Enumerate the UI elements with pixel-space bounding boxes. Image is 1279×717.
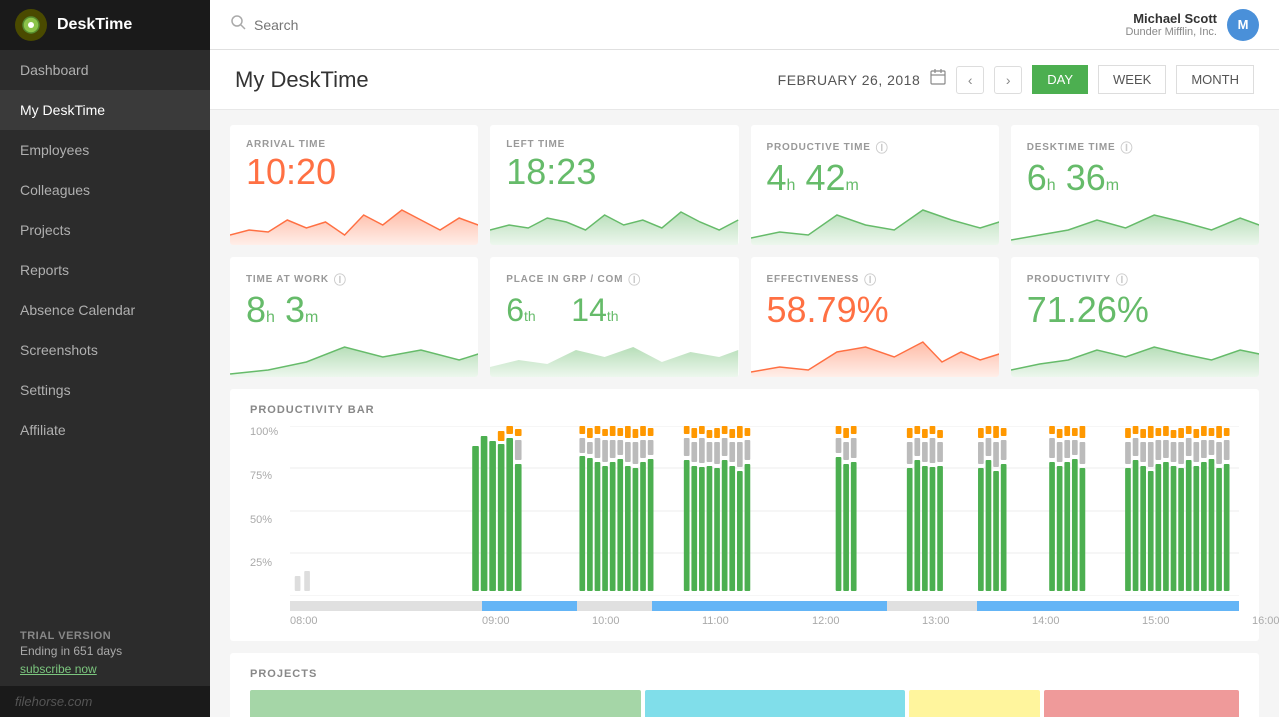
arrival-time-value: 10:20 — [246, 154, 462, 190]
projects-bar — [250, 690, 1239, 717]
left-time-chart — [490, 200, 738, 245]
subscribe-link[interactable]: subscribe now — [20, 662, 190, 676]
place-in-group-chart — [490, 332, 738, 377]
sidebar-item-colleagues[interactable]: Colleagues — [0, 170, 210, 210]
user-area: Michael Scott Dunder Mifflin, Inc. M — [1125, 9, 1259, 41]
date-display: FEBRUARY 26, 2018 — [778, 72, 921, 88]
projects-section: PROJECTS — [230, 653, 1259, 717]
time-at-work-info-icon[interactable]: ⓘ — [334, 271, 347, 288]
sidebar-item-projects[interactable]: Projects — [0, 210, 210, 250]
sidebar-item-settings[interactable]: Settings — [0, 370, 210, 410]
stats-row-2: TIME AT WORK ⓘ 8h 3m PLACE IN GRP / COM … — [230, 257, 1259, 377]
productivity-bar-title: PRODUCTIVITY BAR — [250, 404, 1239, 416]
left-time-value: 18:23 — [506, 154, 722, 190]
next-date-button[interactable]: › — [994, 66, 1022, 94]
productive-time-chart — [751, 200, 999, 245]
productivity-info-icon[interactable]: ⓘ — [1116, 271, 1129, 288]
logo-text: DeskTime — [57, 16, 132, 34]
day-button[interactable]: DAY — [1032, 65, 1088, 94]
effectiveness-value: 58.79% — [767, 292, 983, 328]
sidebar-item-dashboard[interactable]: Dashboard — [0, 50, 210, 90]
effectiveness-label: EFFECTIVENESS ⓘ — [767, 271, 983, 288]
time-axis-labels: 08:00 09:00 10:00 11:00 12:00 13:00 14:0… — [290, 615, 1239, 627]
arrival-time-label: ARRIVAL TIME — [246, 139, 462, 150]
time-at-work-chart — [230, 332, 478, 377]
productive-time-label: PRODUCTIVE TIME ⓘ — [767, 139, 983, 156]
sidebar-item-screenshots[interactable]: Screenshots — [0, 330, 210, 370]
productive-time-card: PRODUCTIVE TIME ⓘ 4h 42m — [751, 125, 999, 245]
effectiveness-chart — [751, 332, 999, 377]
productivity-chart — [1011, 332, 1259, 377]
place-in-group-value: 6th 14th — [506, 294, 722, 326]
bar-chart-container: 100% 75% 50% 25% — [250, 426, 1239, 626]
arrival-time-card: ARRIVAL TIME 10:20 — [230, 125, 478, 245]
time-at-work-card: TIME AT WORK ⓘ 8h 3m — [230, 257, 478, 377]
logo-icon — [15, 9, 47, 41]
stats-row-1: ARRIVAL TIME 10:20 LEFT TIME 18:23 — [230, 125, 1259, 245]
trial-days: Ending in 651 days — [20, 644, 190, 658]
trial-label: TRIAL VERSION — [20, 630, 190, 642]
logo-area: DeskTime — [0, 0, 210, 50]
page-title: My DeskTime — [235, 67, 369, 93]
productivity-value: 71.26% — [1027, 292, 1243, 328]
user-company: Dunder Mifflin, Inc. — [1125, 26, 1217, 38]
activity-indicator-row — [290, 601, 1239, 611]
productive-time-value: 4h 42m — [767, 160, 983, 196]
desktime-time-label: DESKTIME TIME ⓘ — [1027, 139, 1243, 156]
productivity-bar-section: PRODUCTIVITY BAR 100% 75% 50% 25% — [230, 389, 1259, 641]
calendar-icon[interactable] — [930, 69, 946, 90]
search-area — [230, 14, 454, 35]
trial-section: TRIAL VERSION Ending in 651 days subscri… — [0, 615, 210, 686]
left-time-label: LEFT TIME — [506, 139, 722, 150]
arrival-time-chart — [230, 200, 478, 245]
effectiveness-info-icon[interactable]: ⓘ — [864, 271, 877, 288]
desktime-time-value: 6h 36m — [1027, 160, 1243, 196]
sidebar-item-my-desktime[interactable]: My DeskTime — [0, 90, 210, 130]
place-in-group-label: PLACE IN GRP / COM ⓘ — [506, 271, 722, 288]
place-in-group-card: PLACE IN GRP / COM ⓘ 6th 14th — [490, 257, 738, 377]
main-content: Michael Scott Dunder Mifflin, Inc. M My … — [210, 0, 1279, 717]
month-button[interactable]: MONTH — [1176, 65, 1254, 94]
sidebar-item-employees[interactable]: Employees — [0, 130, 210, 170]
week-button[interactable]: WEEK — [1098, 65, 1166, 94]
bar-chart-svg-wrapper: 08:00 09:00 10:00 11:00 12:00 13:00 14:0… — [290, 426, 1239, 627]
y-axis-labels: 100% 75% 50% 25% — [250, 426, 285, 601]
productivity-bar-chart — [290, 426, 1239, 596]
productive-time-info-icon[interactable]: ⓘ — [876, 139, 889, 156]
content-area: ARRIVAL TIME 10:20 LEFT TIME 18:23 — [210, 110, 1279, 717]
search-icon — [230, 14, 246, 35]
time-at-work-label: TIME AT WORK ⓘ — [246, 271, 462, 288]
user-name: Michael Scott — [1125, 11, 1217, 26]
sidebar-item-affiliate[interactable]: Affiliate — [0, 410, 210, 450]
sidebar-item-reports[interactable]: Reports — [0, 250, 210, 290]
search-input[interactable] — [254, 17, 454, 33]
effectiveness-card: EFFECTIVENESS ⓘ 58.79% — [751, 257, 999, 377]
sidebar-item-absence-calendar[interactable]: Absence Calendar — [0, 290, 210, 330]
desktime-time-info-icon[interactable]: ⓘ — [1121, 139, 1134, 156]
desktime-time-chart — [1011, 200, 1259, 245]
left-time-card: LEFT TIME 18:23 — [490, 125, 738, 245]
sidebar: DeskTime Dashboard My DeskTime Employees… — [0, 0, 210, 717]
desktime-time-card: DESKTIME TIME ⓘ 6h 36m — [1011, 125, 1259, 245]
topbar: Michael Scott Dunder Mifflin, Inc. M — [210, 0, 1279, 50]
productivity-card: PRODUCTIVITY ⓘ 71.26% — [1011, 257, 1259, 377]
page-header: My DeskTime FEBRUARY 26, 2018 ‹ › DAY WE… — [210, 50, 1279, 110]
user-avatar: M — [1227, 9, 1259, 41]
projects-title: PROJECTS — [250, 668, 1239, 680]
time-at-work-value: 8h 3m — [246, 292, 462, 328]
date-controls: FEBRUARY 26, 2018 ‹ › DAY WEEK MONTH — [778, 65, 1254, 94]
prev-date-button[interactable]: ‹ — [956, 66, 984, 94]
filehorse-badge: filehorse.com — [0, 686, 210, 717]
productivity-label: PRODUCTIVITY ⓘ — [1027, 271, 1243, 288]
place-in-group-info-icon[interactable]: ⓘ — [628, 271, 641, 288]
user-info: Michael Scott Dunder Mifflin, Inc. — [1125, 11, 1217, 38]
